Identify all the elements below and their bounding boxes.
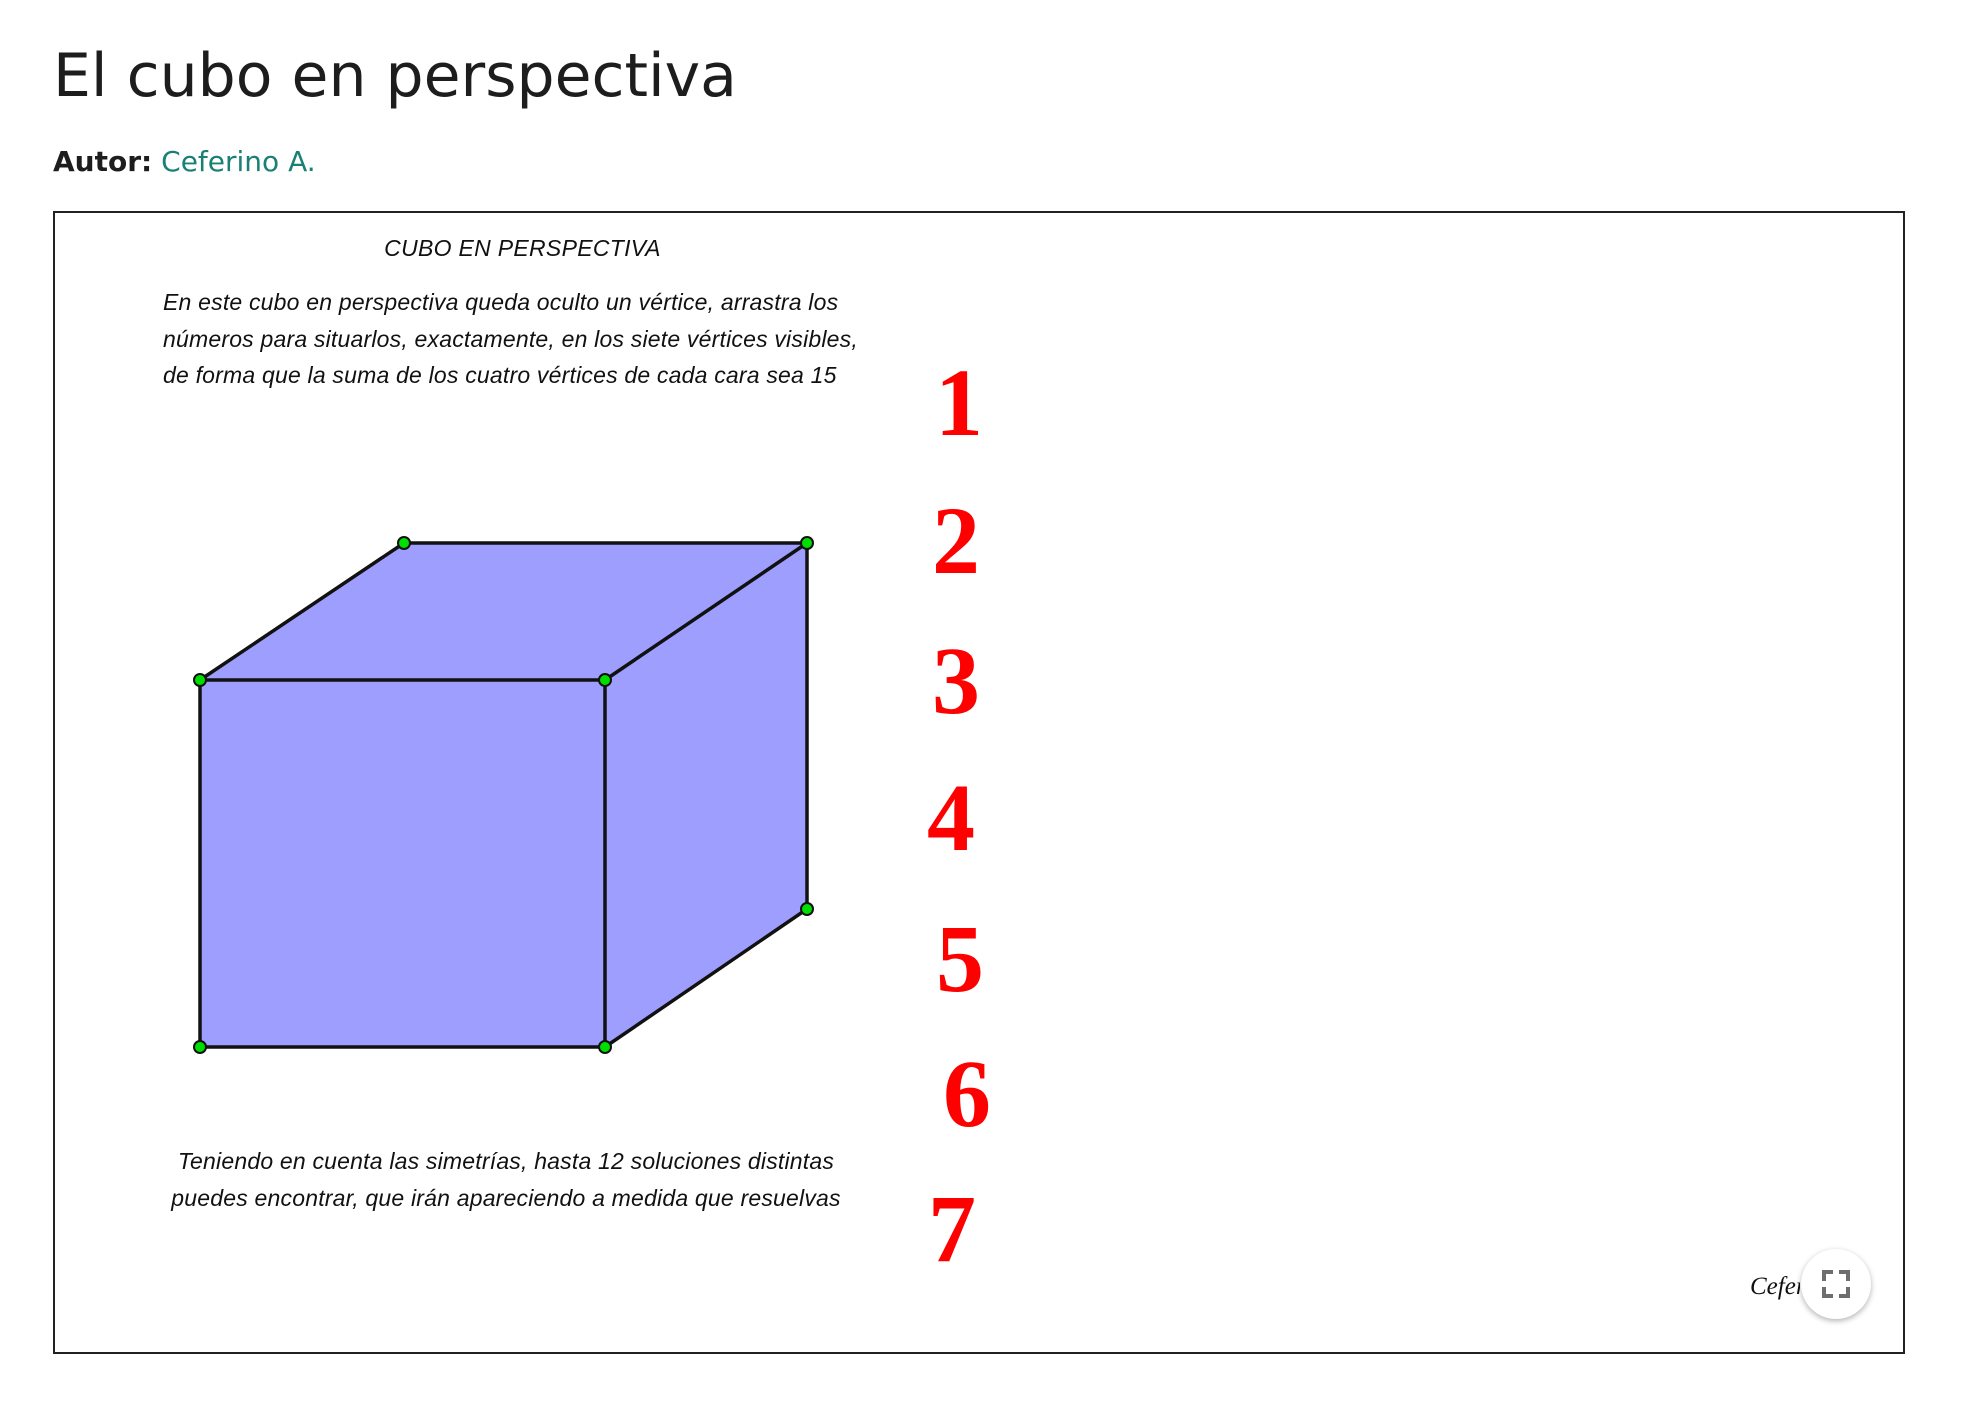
- bottom-line: Teniendo en cuenta las simetrías, hasta …: [177, 1148, 835, 1174]
- draggable-number-6[interactable]: 6: [943, 1046, 991, 1142]
- author-label: Autor:: [53, 145, 153, 178]
- draggable-number-2[interactable]: 2: [932, 493, 980, 589]
- vertex-point[interactable]: [800, 536, 814, 550]
- draggable-number-5[interactable]: 5: [936, 911, 984, 1007]
- applet-credit: Ceferino A.: [1750, 1273, 1800, 1300]
- fullscreen-icon: [1822, 1270, 1850, 1298]
- cube-front-face: [200, 680, 605, 1047]
- draggable-number-3[interactable]: 3: [932, 633, 980, 729]
- author-link[interactable]: Ceferino A.: [161, 145, 316, 178]
- page-title: El cubo en perspectiva: [53, 41, 737, 111]
- draggable-number-4[interactable]: 4: [927, 770, 975, 866]
- bottom-line: puedes encontrar, que irán apareciendo a…: [171, 1184, 841, 1211]
- geogebra-applet[interactable]: CUBO EN PERSPECTIVA En este cubo en pers…: [53, 211, 1905, 1354]
- vertex-point[interactable]: [193, 673, 207, 687]
- author-line: Autor: Ceferino A.: [53, 145, 316, 178]
- draggable-number-1[interactable]: 1: [935, 355, 983, 451]
- vertex-point[interactable]: [598, 1040, 612, 1054]
- vertex-point[interactable]: [397, 536, 411, 550]
- vertex-point[interactable]: [598, 673, 612, 687]
- vertex-point[interactable]: [193, 1040, 207, 1054]
- applet-bottom-text: Teniendo en cuenta las simetrías, hasta …: [55, 1143, 957, 1216]
- fullscreen-button[interactable]: [1801, 1249, 1871, 1319]
- vertex-point[interactable]: [800, 902, 814, 916]
